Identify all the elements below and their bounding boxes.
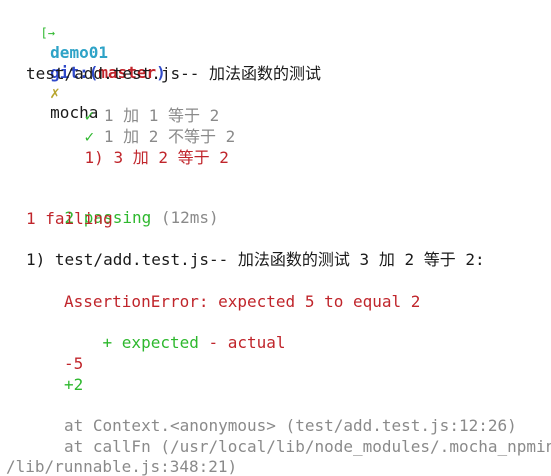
prompt-directory: demo01 xyxy=(50,42,108,62)
assertion-error: AssertionError: expected 5 to equal 2 xyxy=(64,292,421,311)
suite-title: test/add.test.js-- 加法函数的测试 xyxy=(26,64,322,83)
legend-expected: + expected xyxy=(102,333,199,352)
fail-index: 1) xyxy=(84,148,104,167)
diff-plus: +2 xyxy=(64,375,84,394)
prompt-arrow-icon: [→ xyxy=(40,25,55,40)
stack-line: at Context.<anonymous> (test/add.test.js… xyxy=(64,416,517,435)
terminal-window[interactable]: [→ demo01 git:(master) ✗ mocha test/add.… xyxy=(0,0,551,476)
summary-failing: 1 failing xyxy=(26,209,113,228)
diff-legend: + expected - actual xyxy=(64,313,286,352)
legend-actual: - actual xyxy=(208,333,286,352)
test-result-fail: 1) 3 加 2 等于 2 xyxy=(46,128,229,167)
passing-time: (12ms) xyxy=(160,208,219,227)
summary-passing: 2 passing (12ms) xyxy=(26,188,219,227)
stack-line-continuation: /lib/runnable.js:348:21) xyxy=(6,457,238,476)
diff-minus: -5 xyxy=(64,354,84,373)
test-name: 3 加 2 等于 2 xyxy=(113,148,229,167)
failure-header: 1) test/add.test.js-- 加法函数的测试 3 加 2 等于 2… xyxy=(26,250,485,269)
prompt-line: [→ demo01 git:(master) ✗ mocha xyxy=(2,2,166,122)
test-result-pass: ✓ 1 加 2 不等于 2 xyxy=(46,107,236,146)
test-result-pass: ✓ 1 加 1 等于 2 xyxy=(46,86,220,125)
stack-line: at callFn (/usr/local/lib/node_modules/.… xyxy=(64,437,551,456)
